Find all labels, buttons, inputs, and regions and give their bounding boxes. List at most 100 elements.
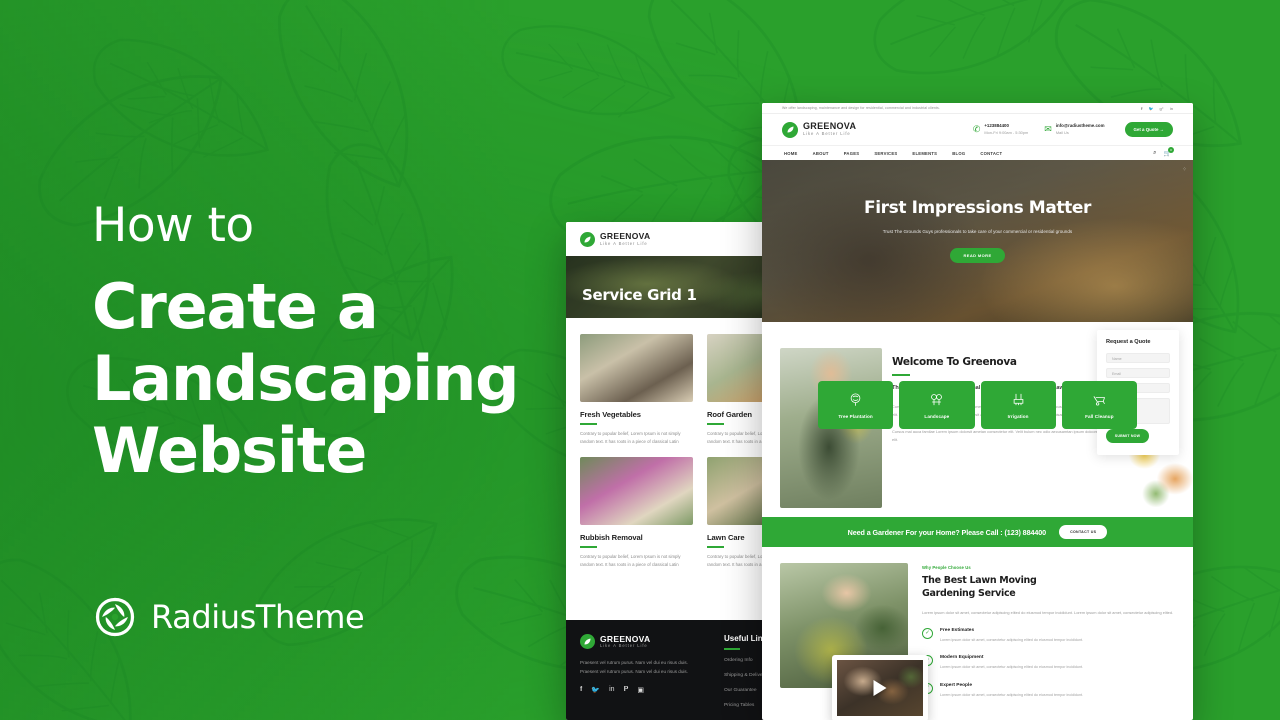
footer-heading-rule [724,648,740,650]
feature-title: Free Estimates [940,627,975,633]
phone-icon: ✆ [972,124,981,134]
footer-about-column: GREENOVA Like A Better Life Praesent vel… [580,634,702,718]
homepage-browser-mockup[interactable]: We offer landscaping, maintenance and de… [762,103,1193,720]
nav-links: HOME ABOUT PAGES SERVICES ELEMENTS BLOG … [784,151,1002,156]
linkedin-icon[interactable]: in [609,686,614,694]
choose-eyebrow: Why People Choose Us [922,565,971,570]
nav-item-services[interactable]: SERVICES [874,151,897,156]
greenova-logo[interactable]: GREENOVA Like A Better Life [580,231,650,247]
search-icon[interactable]: ⌕ [1153,150,1156,157]
back-page-title: Service Grid 1 [582,286,697,304]
hero-slider-dots-icon[interactable]: ⁘ [1182,166,1187,173]
welcome-rule [892,374,910,376]
feature-item: ✓ Modern Equipment Lorem ipsum dolor sit… [922,655,1175,671]
choose-title-line-1: The Best Lawn Moving [922,575,1037,586]
feature-text: Lorem ipsum dolor sit amet, consectetur … [940,665,1084,670]
nav-item-blog[interactable]: BLOG [952,151,965,156]
nav-actions: ⌕ 🛒 0 [1153,146,1174,157]
hero-title: First Impressions Matter [864,198,1091,218]
feature-item: ✓ Free Estimates Lorem ipsum dolor sit a… [922,627,1175,644]
card-rule [707,546,724,549]
phone-hours: Mon-Fri 9:00am - 5:30pm [984,129,1029,135]
choose-paragraph: Lorem ipsum dolor sit amet, consectetur … [922,609,1174,615]
logo-name: GREENOVA [803,121,857,132]
check-circle-icon: ✓ [922,627,933,639]
pinterest-icon[interactable]: 𝐏 [624,686,629,694]
footer-logo-tagline: Like A Better Life [600,643,648,649]
main-navigation: HOME ABOUT PAGES SERVICES ELEMENTS BLOG … [762,145,1193,160]
radiustheme-logo: RadiusTheme [92,594,365,640]
service-label: Landscape [924,413,950,419]
choose-media [780,563,928,720]
video-thumbnail[interactable] [832,655,928,720]
header-contact-info: ✆ +123884400 Mon-Fri 9:00am - 5:30pm ✉ i… [973,122,1173,137]
header-email[interactable]: ✉ info@radiustheme.com Mail Us [1044,123,1104,135]
feature-text: Lorem ipsum dolor sit amet, consectetur … [940,637,1084,642]
headline-line-1: Create a [92,270,379,343]
nav-item-pages[interactable]: PAGES [844,151,860,156]
why-choose-us-section: Why People Choose Us The Best Lawn Movin… [762,547,1193,720]
choose-title: The Best Lawn Moving Gardening Service [922,575,1175,601]
hero-read-more-button[interactable]: READ MORE [950,248,1005,264]
service-card[interactable]: Rubbish Removal Contrary to popular beli… [580,457,693,568]
name-field[interactable]: Name [1106,353,1170,363]
play-icon[interactable] [873,680,887,697]
nav-item-elements[interactable]: ELEMENTS [912,151,937,156]
leaf-badge-icon [580,634,595,649]
footer-social-links: 𝐟 🐦 in 𝐏 ▣ [580,686,702,694]
footer-greenova-logo[interactable]: GREENOVA Like A Better Life [580,634,702,649]
promo-kicker: How to [92,198,254,253]
card-text: Contrary to popular belief, Lorem Ipsum … [580,430,681,444]
feature-title: Expert People [940,682,972,688]
service-label: Tree Plantation [838,413,873,419]
linkedin-icon[interactable]: in [1170,106,1173,111]
greenova-logo[interactable]: GREENOVA Like A Better Life [782,121,857,138]
card-image [580,457,693,526]
leaf-badge-icon [782,121,798,138]
card-title: Rubbish Removal [580,533,643,543]
cart-icon[interactable]: 🛒 0 [1164,146,1174,157]
instagram-icon[interactable]: ▣ [637,686,644,694]
nav-item-contact[interactable]: CONTACT [980,151,1002,156]
email-field[interactable]: Email [1106,368,1170,378]
irrigation-icon [1013,393,1023,405]
feature-title: Modern Equipment [940,655,984,661]
service-card-fall-cleanup[interactable]: Fall Cleanup [1061,381,1137,429]
cta-text: Need a Gardener For your Home? Please Ca… [847,527,1047,537]
quote-form-title: Request a Quote [1106,339,1151,345]
facebook-icon[interactable]: 𝐟 [580,686,582,694]
headline-line-3: Website [92,413,367,487]
shrub-icon [931,393,943,405]
service-label: Irrigation [1007,413,1029,419]
facebook-icon[interactable]: 𝐟 [1141,106,1142,111]
email-label: Mail Us [1055,129,1069,135]
googleplus-icon[interactable]: g⁺ [1160,106,1164,111]
service-card-landscape[interactable]: Landscape [899,381,975,429]
site-header: GREENOVA Like A Better Life ✆ +123884400… [762,114,1193,145]
twitter-icon[interactable]: 🐦 [1149,106,1154,111]
service-card-tree-plantation[interactable]: Tree Plantation [818,381,894,429]
contact-us-button[interactable]: CONTACT US [1059,525,1108,539]
promo-copy: How to Create a Landscaping Website [92,198,520,487]
footer-logo-name: GREENOVA [600,633,651,644]
call-to-action-bar: Need a Gardener For your Home? Please Ca… [762,517,1193,547]
service-card-irrigation[interactable]: Irrigation [980,381,1056,429]
tree-icon [850,392,861,406]
topbar-text: We offer landscaping, maintenance and de… [782,106,940,110]
cart-count: 0 [1168,146,1174,153]
twitter-icon[interactable]: 🐦 [591,686,600,694]
header-phone[interactable]: ✆ +123884400 Mon-Fri 9:00am - 5:30pm [973,123,1028,135]
leaf-badge-icon [580,231,595,247]
topbar-social-links: 𝐟 🐦 g⁺ in [1141,106,1173,111]
nav-item-home[interactable]: HOME [784,151,798,156]
submit-now-button[interactable]: SUBMIT NOW [1106,429,1149,443]
card-title: Fresh Vegetables [580,410,641,419]
choose-title-line-2: Gardening Service [922,587,1016,599]
top-utility-bar: We offer landscaping, maintenance and de… [762,103,1193,114]
brand-name: RadiusTheme [151,598,365,636]
service-label: Fall Cleanup [1085,413,1114,419]
envelope-icon: ✉ [1044,124,1052,134]
service-card[interactable]: Fresh Vegetables Contrary to popular bel… [580,334,693,445]
get-a-quote-button[interactable]: Get a Quote → [1124,122,1173,137]
nav-item-about[interactable]: ABOUT [813,151,829,156]
